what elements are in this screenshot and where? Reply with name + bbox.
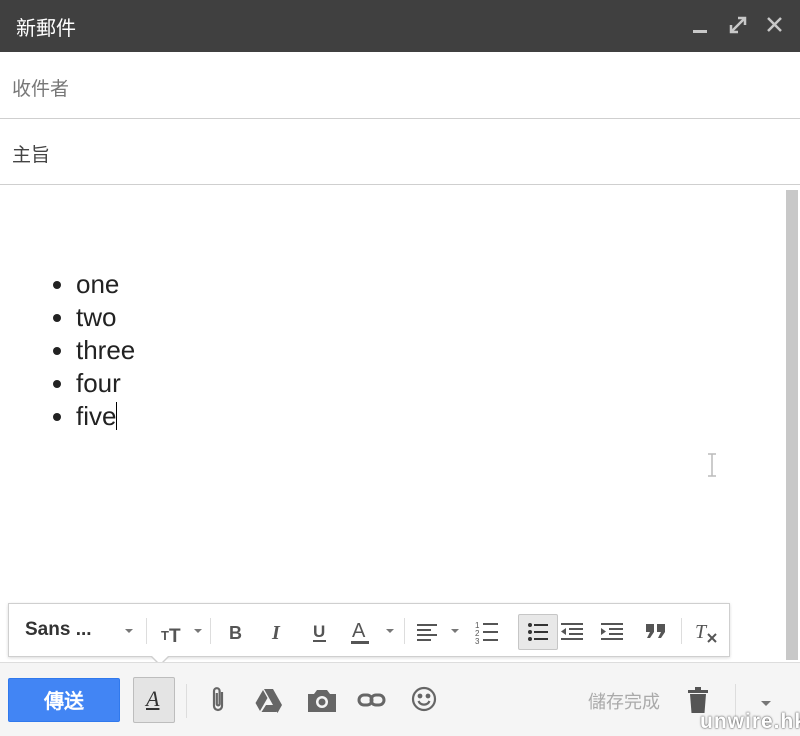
subject-placeholder: 主旨 [12,144,51,166]
formatting-options-button[interactable]: A [133,677,175,723]
chevron-down-icon [194,629,202,633]
text-color-icon[interactable]: A [349,614,375,648]
divider [210,618,211,644]
divider [681,618,682,644]
list-item: one [76,268,135,301]
watermark: unwire.hk [700,710,800,733]
align-icon[interactable] [415,614,441,648]
subject-field[interactable]: 主旨 [0,119,800,185]
list-item-last: five [76,400,135,433]
bulleted-list-button[interactable] [518,614,558,650]
bold-icon[interactable]: B [225,614,247,648]
svg-text:A: A [352,620,366,642]
formatting-toolbar: Sans ... TT B I U A 123 T [8,603,730,666]
divider [186,684,187,718]
numbered-list-icon[interactable]: 123 [474,614,502,648]
svg-text:T: T [161,628,169,643]
close-icon[interactable] [762,12,788,38]
list-item: three [76,334,135,367]
svg-text:T: T [169,626,181,647]
remove-formatting-icon[interactable]: T [693,614,721,648]
svg-text:U: U [313,622,325,641]
formatting-letter: A [146,686,160,711]
attach-file-icon[interactable] [203,684,235,716]
divider [404,618,405,644]
minimize-icon[interactable] [688,12,714,38]
font-size-icon[interactable]: TT [159,614,187,648]
send-button[interactable]: 傳送 [8,678,120,722]
body-scrollbar[interactable] [786,190,798,660]
insert-link-icon[interactable] [356,684,388,716]
emoji-icon[interactable] [409,684,441,716]
quote-icon[interactable] [643,614,671,648]
chevron-down-icon [125,629,133,633]
chevron-down-icon [386,629,394,633]
list-item: four [76,367,135,400]
to-field[interactable]: 收件者 [0,52,800,119]
svg-text:I: I [271,622,281,644]
italic-icon[interactable]: I [267,614,289,648]
divider [146,618,147,644]
window-title: 新郵件 [16,16,76,40]
underline-icon[interactable]: U [309,614,331,648]
ibeam-cursor-icon [706,452,718,478]
svg-text:3: 3 [475,637,480,646]
indent-more-icon[interactable] [599,614,627,648]
font-family-select[interactable]: Sans ... [25,619,92,641]
indent-less-icon[interactable] [559,614,587,648]
chevron-down-icon [451,629,459,633]
list-item-text: five [76,401,117,431]
to-placeholder: 收件者 [12,78,70,100]
svg-text:B: B [229,623,242,643]
fullscreen-icon[interactable] [725,12,751,38]
compose-bottom-bar [0,662,800,736]
insert-photo-icon[interactable] [305,684,337,716]
svg-text:T: T [695,621,708,643]
save-status: 儲存完成 [588,692,660,713]
list-item: two [76,301,135,334]
text-caret [116,402,118,430]
compose-titlebar: 新郵件 [0,0,800,52]
google-drive-icon[interactable] [253,684,285,716]
bullet-list[interactable]: one two three four five [46,268,135,433]
